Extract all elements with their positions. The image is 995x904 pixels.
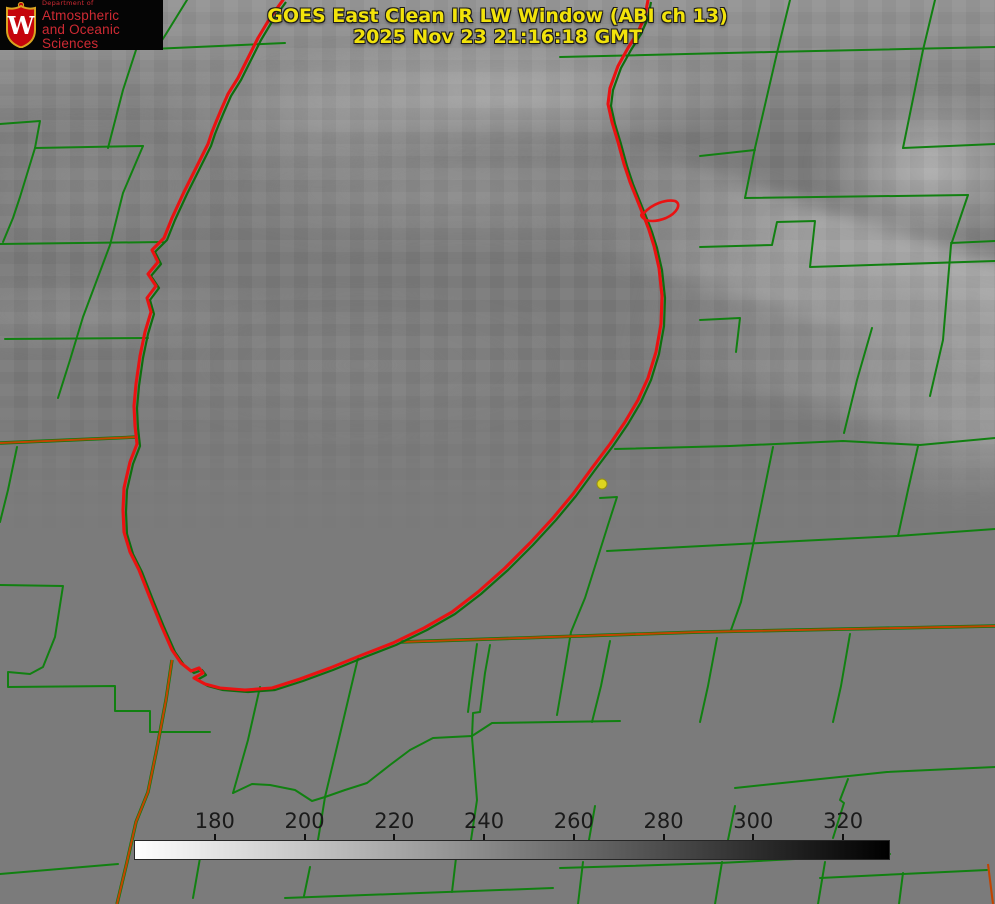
title-line1: GOES East Clean IR LW Window (ABI ch 13): [267, 5, 728, 27]
map-overlay: [0, 0, 995, 904]
lake-michigan-outline: [121, 0, 664, 692]
image-title: GOES East Clean IR LW Window (ABI ch 13)…: [0, 6, 995, 48]
satellite-image-viewer: 180 200 220 240 260 280 300 320 W Department of…: [0, 0, 995, 904]
location-marker-dot: [596, 478, 608, 490]
state-boundaries-underlay: [0, 435, 995, 904]
state-boundaries-layer: [0, 435, 995, 904]
title-line2: 2025 Nov 23 21:16:18 GMT: [352, 26, 643, 48]
county-boundaries-layer: [0, 0, 995, 904]
shoreline-county-edging: [124, 1, 667, 694]
